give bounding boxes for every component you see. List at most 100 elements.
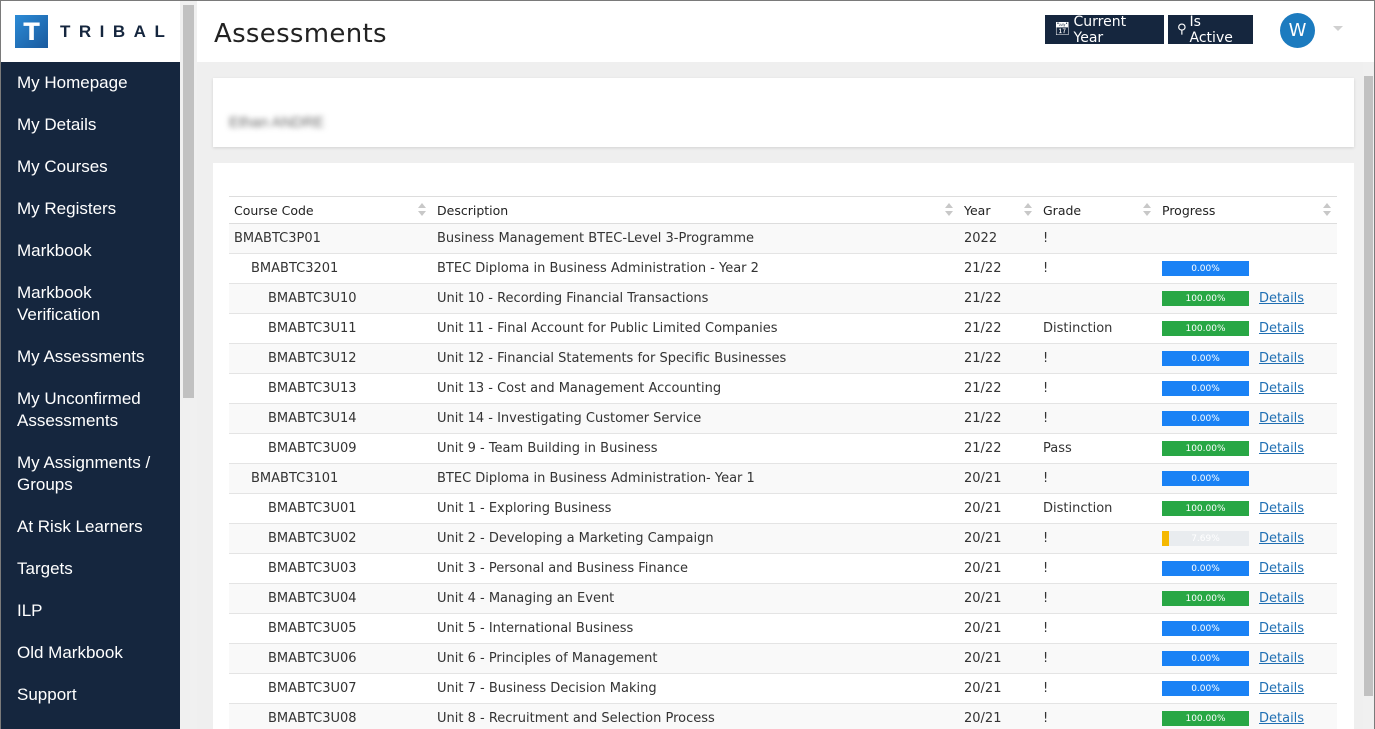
column-header-progress[interactable]: Progress	[1157, 196, 1337, 224]
details-link[interactable]: Details	[1259, 321, 1304, 336]
progress-label: 100.00%	[1185, 593, 1226, 604]
learner-name: Ethan ANDRE	[229, 114, 325, 131]
sidebar-item-at-risk-learners[interactable]: At Risk Learners	[1, 506, 180, 548]
sort-icon[interactable]	[1323, 203, 1331, 217]
year-cell: 21/22	[959, 313, 1038, 344]
column-header-course-code[interactable]: Course Code	[229, 196, 432, 224]
sidebar-item-support[interactable]: Support	[1, 674, 180, 716]
grade-cell: Distinction	[1038, 313, 1157, 344]
is-active-button[interactable]: ⚲ Is Active	[1168, 13, 1253, 46]
details-link[interactable]: Details	[1259, 621, 1304, 636]
course-code-cell: BMABTC3U06	[229, 643, 432, 674]
details-link[interactable]: Details	[1259, 351, 1304, 366]
year-cell: 20/21	[959, 613, 1038, 644]
column-header-year[interactable]: Year	[959, 196, 1038, 224]
year-cell: 21/22	[959, 343, 1038, 374]
year-cell: 21/22	[959, 403, 1038, 434]
year-cell: 20/21	[959, 673, 1038, 704]
description-cell: Unit 9 - Team Building in Business	[432, 433, 959, 464]
progress-label: 100.00%	[1185, 713, 1226, 724]
chevron-down-icon[interactable]	[1333, 26, 1343, 31]
description-cell: Unit 3 - Personal and Business Finance	[432, 553, 959, 584]
progress-bar: 100.00%	[1162, 711, 1249, 726]
grade-cell: !	[1038, 463, 1157, 494]
details-link[interactable]: Details	[1259, 591, 1304, 606]
current-year-button[interactable]: 📅︎ Current Year	[1045, 13, 1164, 46]
sidebar-item-markbook[interactable]: Markbook	[1, 230, 180, 272]
sidebar-item-markbook-verification[interactable]: Markbook Verification	[1, 272, 180, 336]
learner-card: Ethan ANDRE	[213, 78, 1354, 147]
sort-icon[interactable]	[1143, 203, 1151, 217]
column-header-description[interactable]: Description	[432, 196, 959, 224]
description-cell: Unit 5 - International Business	[432, 613, 959, 644]
details-link[interactable]: Details	[1259, 381, 1304, 396]
sort-icon[interactable]	[1024, 203, 1032, 217]
details-link[interactable]: Details	[1259, 531, 1304, 546]
sidebar-item-my-homepage[interactable]: My Homepage	[1, 62, 180, 104]
progress-label: 7.69%	[1191, 533, 1220, 544]
table-row: BMABTC3U08 Unit 8 - Recruitment and Selec…	[229, 703, 1337, 729]
year-cell: 21/22	[959, 253, 1038, 284]
progress-bar: 0.00%	[1162, 261, 1249, 276]
progress-label: 100.00%	[1185, 323, 1226, 334]
scrollbar-thumb[interactable]	[1364, 76, 1373, 696]
progress-label: 0.00%	[1191, 623, 1220, 634]
details-link[interactable]: Details	[1259, 501, 1304, 516]
details-link[interactable]: Details	[1259, 561, 1304, 576]
sidebar-item-my-courses[interactable]: My Courses	[1, 146, 180, 188]
table-row: BMABTC3U11 Unit 11 - Final Account for Pu…	[229, 313, 1337, 344]
description-cell: Unit 11 - Final Account for Public Limit…	[432, 313, 959, 344]
assessments-table: Course Code Description Year Grade Progress …	[229, 196, 1337, 729]
sidebar-item-ilp[interactable]: ILP	[1, 590, 180, 632]
column-header-label: Grade	[1043, 202, 1082, 218]
progress-bar: 100.00%	[1162, 291, 1249, 306]
details-link[interactable]: Details	[1259, 411, 1304, 426]
grade-cell: !	[1038, 703, 1157, 729]
progress-label: 0.00%	[1191, 413, 1220, 424]
grade-cell: !	[1038, 253, 1157, 284]
sidebar-item-my-registers[interactable]: My Registers	[1, 188, 180, 230]
progress-cell: 0.00% Details	[1157, 673, 1337, 704]
sidebar-item-my-assessments[interactable]: My Assessments	[1, 336, 180, 378]
progress-cell: 0.00% Details	[1157, 373, 1337, 404]
year-cell: 20/21	[959, 463, 1038, 494]
table-body: BMABTC3P01 Business Management BTEC-Level…	[229, 223, 1337, 729]
progress-cell: 0.00% Details	[1157, 643, 1337, 674]
assessments-card: Course Code Description Year Grade Progress …	[213, 163, 1354, 729]
sort-icon[interactable]	[418, 203, 426, 217]
sidebar-item-old-markbook[interactable]: Old Markbook	[1, 632, 180, 674]
description-cell: Unit 10 - Recording Financial Transactio…	[432, 283, 959, 314]
year-cell: 20/21	[959, 553, 1038, 584]
table-row: BMABTC3201 BTEC Diploma in Business Admin…	[229, 253, 1337, 284]
progress-fill	[1162, 531, 1169, 546]
table-row: BMABTC3U07 Unit 7 - Business Decision Mak…	[229, 673, 1337, 704]
progress-cell: 100.00% Details	[1157, 433, 1337, 464]
progress-cell: 100.00% Details	[1157, 583, 1337, 614]
scrollbar-thumb[interactable]	[183, 5, 194, 398]
progress-label: 100.00%	[1185, 443, 1226, 454]
details-link[interactable]: Details	[1259, 441, 1304, 456]
table-row: BMABTC3P01 Business Management BTEC-Level…	[229, 223, 1337, 254]
page-scrollbar[interactable]	[1363, 62, 1374, 729]
details-link[interactable]: Details	[1259, 681, 1304, 696]
details-link[interactable]: Details	[1259, 711, 1304, 726]
avatar[interactable]: W	[1280, 13, 1315, 48]
course-code-cell: BMABTC3P01	[229, 223, 432, 254]
sidebar-item-targets[interactable]: Targets	[1, 548, 180, 590]
is-active-label: Is Active	[1189, 13, 1233, 46]
current-year-label: Current Year	[1073, 13, 1127, 46]
details-link[interactable]: Details	[1259, 651, 1304, 666]
sidebar-item-my-details[interactable]: My Details	[1, 104, 180, 146]
progress-cell: 0.00%	[1157, 253, 1337, 284]
sidebar-item-my-assignments-groups[interactable]: My Assignments / Groups	[1, 442, 180, 506]
tribal-logo[interactable]: T TRIBAL	[1, 1, 180, 62]
sidebar-item-my-unconfirmed-assessments[interactable]: My Unconfirmed Assessments	[1, 378, 180, 442]
details-link[interactable]: Details	[1259, 291, 1304, 306]
description-cell: Unit 7 - Business Decision Making	[432, 673, 959, 704]
table-row: BMABTC3U10 Unit 10 - Recording Financial …	[229, 283, 1337, 314]
column-header-grade[interactable]: Grade	[1038, 196, 1157, 224]
sidebar-scrollbar[interactable]	[180, 1, 197, 729]
sort-icon[interactable]	[945, 203, 953, 217]
description-cell: Unit 1 - Exploring Business	[432, 493, 959, 524]
year-cell: 2022	[959, 223, 1038, 254]
